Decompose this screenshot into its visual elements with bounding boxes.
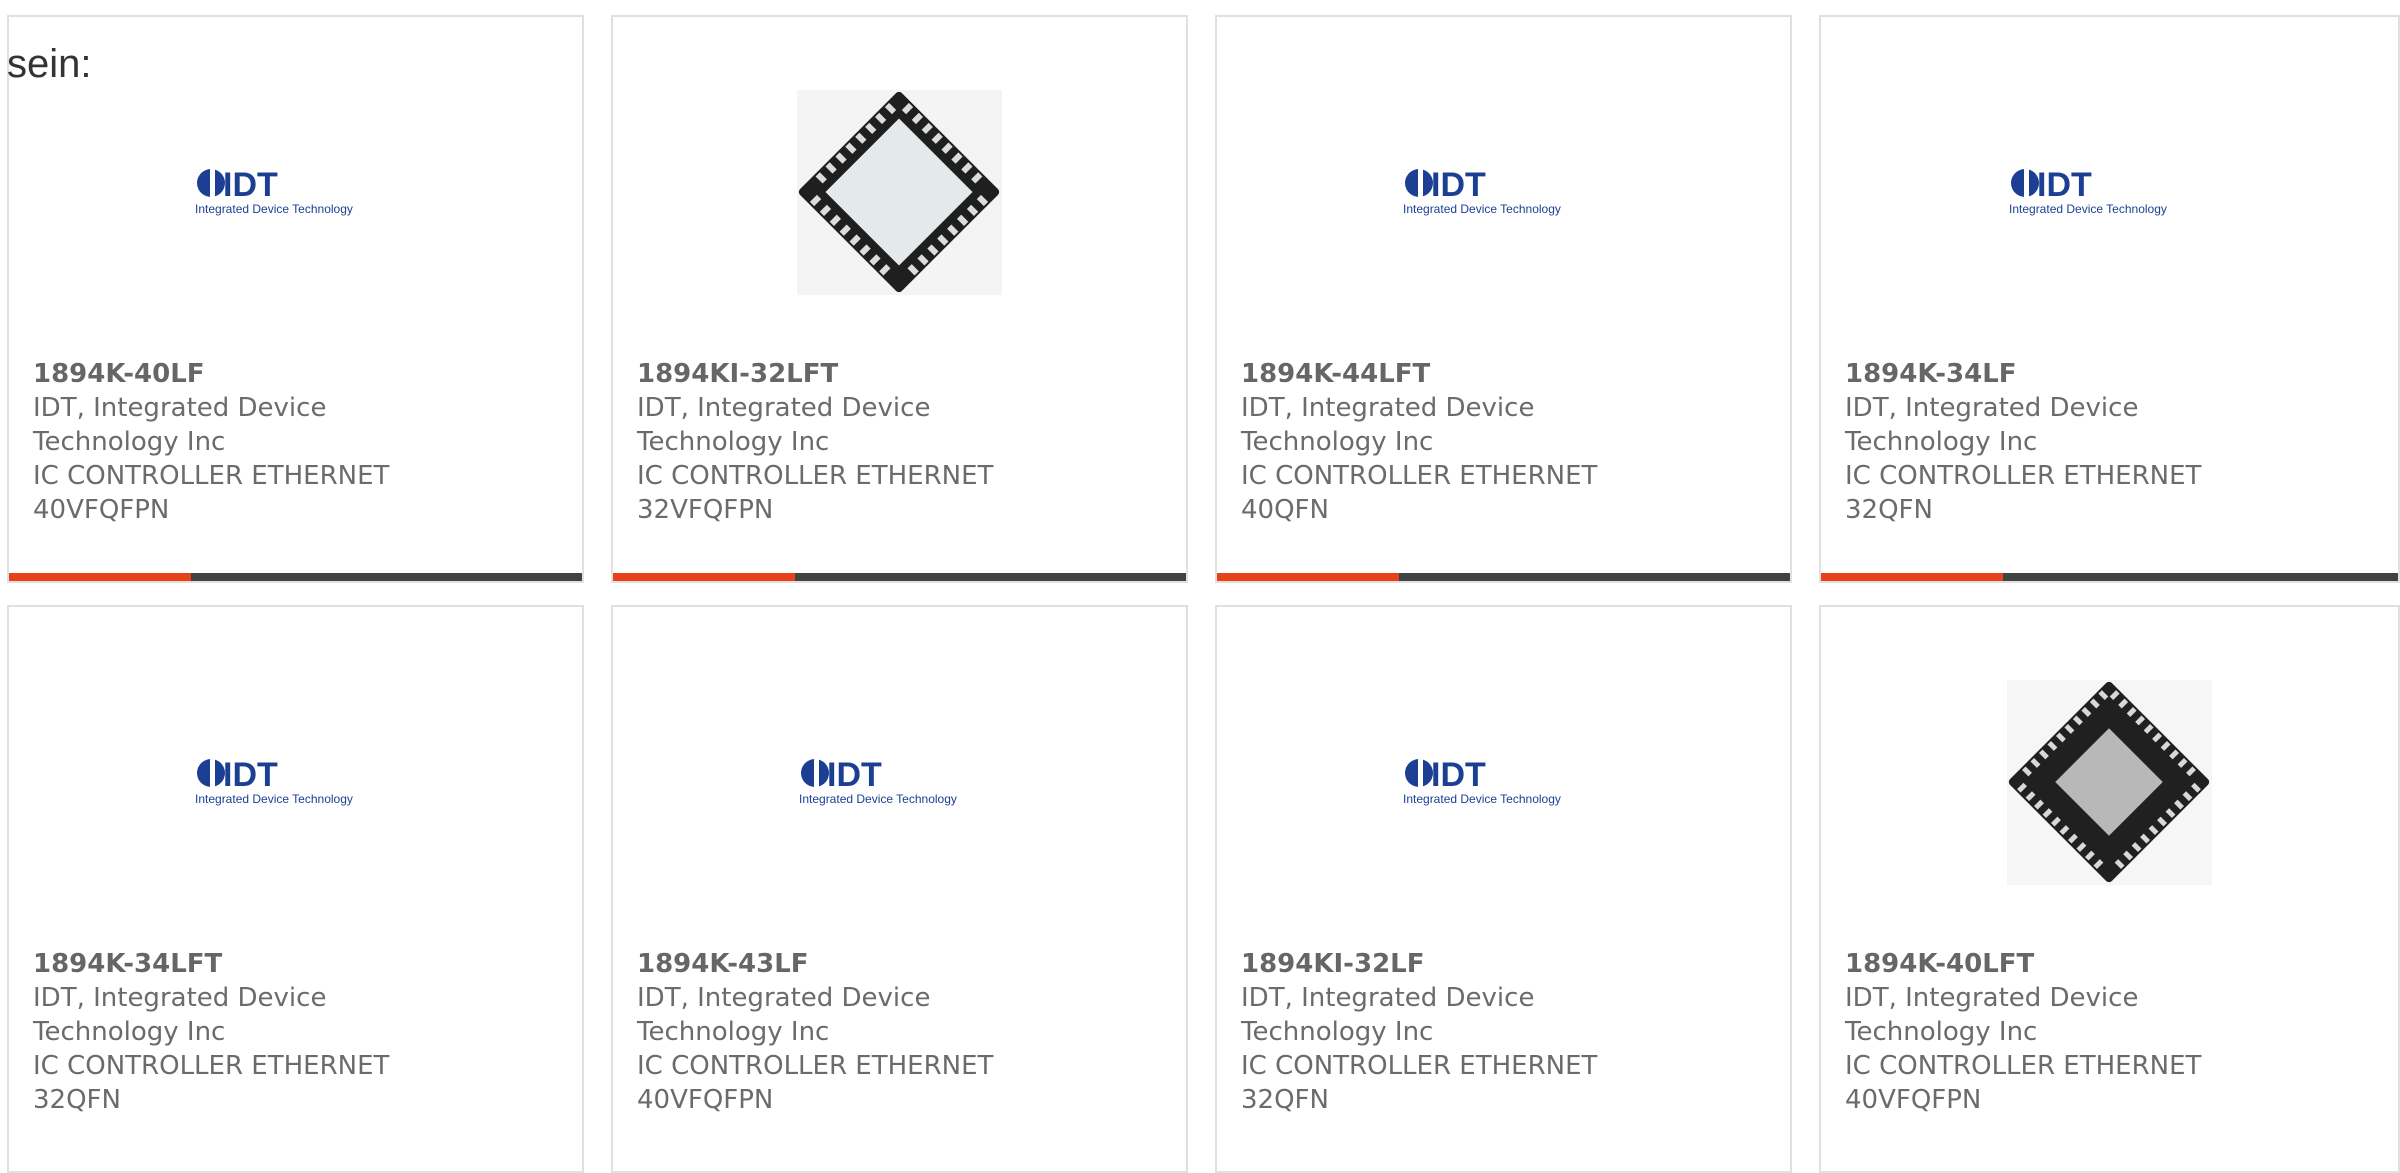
manufacturer-cont: Technology Inc — [1845, 427, 2038, 457]
manufacturer: IDT, Integrated Device — [1241, 393, 1535, 423]
logo-tagline: Integrated Device Technology — [195, 792, 353, 806]
product-grid: IDT Integrated Device Technology 1894K-4… — [7, 15, 2400, 1173]
card-bar — [9, 573, 582, 581]
product-info: 1894KI-32LFT IDT, Integrated Device Tech… — [637, 357, 1037, 527]
description: IC CONTROLLER ETHERNET — [33, 1051, 390, 1081]
product-image[interactable]: IDT Integrated Device Technology — [613, 667, 1186, 897]
logo-tagline: Integrated Device Technology — [1403, 202, 1561, 216]
chip-package-icon — [2007, 679, 2212, 885]
product-info: 1894K-44LFT IDT, Integrated Device Techn… — [1241, 357, 1641, 527]
logo-tagline: Integrated Device Technology — [195, 202, 353, 216]
manufacturer: IDT, Integrated Device — [1241, 983, 1535, 1013]
product-info: 1894KI-32LF IDT, Integrated Device Techn… — [1241, 947, 1641, 1117]
manufacturer-cont: Technology Inc — [1241, 1017, 1434, 1047]
logo-wordmark: IDT — [1431, 166, 1486, 204]
description-cont: 40VFQFPN — [33, 495, 170, 525]
description: IC CONTROLLER ETHERNET — [1241, 1051, 1598, 1081]
card-bar — [1217, 573, 1790, 581]
part-number-link[interactable]: 1894K-34LFT — [33, 947, 433, 981]
description: IC CONTROLLER ETHERNET — [1241, 461, 1598, 491]
part-number-link[interactable]: 1894K-44LFT — [1241, 357, 1641, 391]
part-number-link[interactable]: 1894K-43LF — [637, 947, 1037, 981]
idt-logo-icon: IDT Integrated Device Technology — [1401, 161, 1606, 223]
manufacturer-cont: Technology Inc — [33, 1017, 226, 1047]
card-bar-accent — [1217, 573, 1399, 581]
part-number-link[interactable]: 1894K-40LF — [33, 357, 433, 391]
manufacturer: IDT, Integrated Device — [33, 983, 327, 1013]
manufacturer-cont: Technology Inc — [1241, 427, 1434, 457]
part-number-link[interactable]: 1894K-34LF — [1845, 357, 2245, 391]
manufacturer-cont: Technology Inc — [637, 427, 830, 457]
card-bar — [613, 573, 1186, 581]
logo-wordmark: IDT — [223, 756, 278, 794]
product-image[interactable]: IDT Integrated Device Technology — [1217, 77, 1790, 307]
logo-wordmark: IDT — [827, 756, 882, 794]
product-card[interactable]: IDT Integrated Device Technology 1894K-4… — [7, 15, 584, 583]
product-image[interactable] — [1821, 667, 2398, 897]
card-bar-accent — [9, 573, 191, 581]
idt-logo-icon: IDT Integrated Device Technology — [193, 751, 398, 813]
product-image[interactable]: IDT Integrated Device Technology — [9, 77, 582, 307]
manufacturer: IDT, Integrated Device — [1845, 983, 2139, 1013]
logo-wordmark: IDT — [2037, 166, 2092, 204]
chip-package-icon — [797, 89, 1002, 295]
product-image[interactable]: IDT Integrated Device Technology — [1821, 77, 2398, 307]
manufacturer: IDT, Integrated Device — [1845, 393, 2139, 423]
logo-wordmark: IDT — [223, 166, 278, 204]
idt-logo-icon: IDT Integrated Device Technology — [797, 751, 1002, 813]
part-number-link[interactable]: 1894KI-32LF — [1241, 947, 1641, 981]
logo-wordmark: IDT — [1431, 756, 1486, 794]
description: IC CONTROLLER ETHERNET — [33, 461, 390, 491]
product-card[interactable]: IDT Integrated Device Technology 1894K-4… — [611, 605, 1188, 1173]
card-bar-accent — [613, 573, 795, 581]
idt-logo-icon: IDT Integrated Device Technology — [193, 161, 398, 223]
description-cont: 32QFN — [33, 1085, 121, 1115]
manufacturer-cont: Technology Inc — [33, 427, 226, 457]
manufacturer: IDT, Integrated Device — [33, 393, 327, 423]
description: IC CONTROLLER ETHERNET — [637, 461, 994, 491]
description-cont: 40QFN — [1241, 495, 1329, 525]
product-card[interactable]: 1894KI-32LFT IDT, Integrated Device Tech… — [611, 15, 1188, 583]
description-cont: 40VFQFPN — [1845, 1085, 1982, 1115]
description-cont: 32QFN — [1845, 495, 1933, 525]
manufacturer: IDT, Integrated Device — [637, 393, 931, 423]
card-bar-accent — [1821, 573, 2003, 581]
idt-logo-icon: IDT Integrated Device Technology — [2007, 161, 2212, 223]
description: IC CONTROLLER ETHERNET — [1845, 1051, 2202, 1081]
product-info: 1894K-43LF IDT, Integrated Device Techno… — [637, 947, 1037, 1117]
part-number-link[interactable]: 1894K-40LFT — [1845, 947, 2245, 981]
manufacturer-cont: Technology Inc — [637, 1017, 830, 1047]
description: IC CONTROLLER ETHERNET — [1845, 461, 2202, 491]
product-info: 1894K-40LFT IDT, Integrated Device Techn… — [1845, 947, 2245, 1117]
idt-logo-icon: IDT Integrated Device Technology — [1401, 751, 1606, 813]
logo-tagline: Integrated Device Technology — [2009, 202, 2167, 216]
manufacturer-cont: Technology Inc — [1845, 1017, 2038, 1047]
product-card[interactable]: IDT Integrated Device Technology 1894K-3… — [7, 605, 584, 1173]
description-cont: 32VFQFPN — [637, 495, 774, 525]
product-image[interactable] — [613, 77, 1186, 307]
product-info: 1894K-34LF IDT, Integrated Device Techno… — [1845, 357, 2245, 527]
manufacturer: IDT, Integrated Device — [637, 983, 931, 1013]
product-card[interactable]: IDT Integrated Device Technology 1894KI-… — [1215, 605, 1792, 1173]
product-info: 1894K-34LFT IDT, Integrated Device Techn… — [33, 947, 433, 1117]
product-card[interactable]: 1894K-40LFT IDT, Integrated Device Techn… — [1819, 605, 2400, 1173]
part-number-link[interactable]: 1894KI-32LFT — [637, 357, 1037, 391]
description: IC CONTROLLER ETHERNET — [637, 1051, 994, 1081]
product-image[interactable]: IDT Integrated Device Technology — [9, 667, 582, 897]
product-image[interactable]: IDT Integrated Device Technology — [1217, 667, 1790, 897]
product-card[interactable]: IDT Integrated Device Technology 1894K-4… — [1215, 15, 1792, 583]
description-cont: 32QFN — [1241, 1085, 1329, 1115]
logo-tagline: Integrated Device Technology — [799, 792, 957, 806]
description-cont: 40VFQFPN — [637, 1085, 774, 1115]
card-bar — [1821, 573, 2398, 581]
logo-tagline: Integrated Device Technology — [1403, 792, 1561, 806]
product-card[interactable]: IDT Integrated Device Technology 1894K-3… — [1819, 15, 2400, 583]
intro-text: sein: — [7, 42, 92, 86]
product-info: 1894K-40LF IDT, Integrated Device Techno… — [33, 357, 433, 527]
